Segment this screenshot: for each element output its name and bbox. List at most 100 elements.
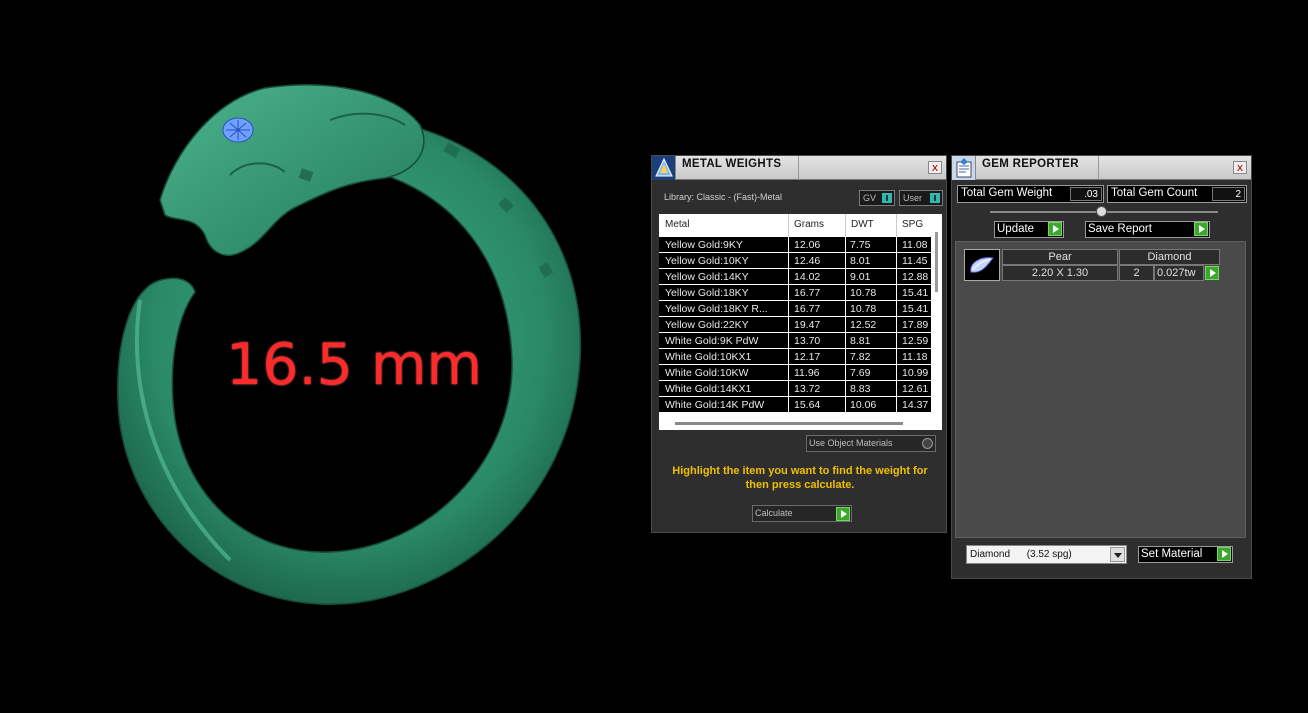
spg-cell: 11.18 xyxy=(902,351,928,363)
dwt-cell: 8.81 xyxy=(850,335,871,347)
toggle-switch-icon xyxy=(930,193,940,203)
use-object-materials-option[interactable]: Use Object Materials xyxy=(806,435,936,452)
dwt-cell: 8.01 xyxy=(850,255,871,267)
chevron-down-icon[interactable] xyxy=(1110,547,1125,562)
dwt-cell: 10.06 xyxy=(850,399,877,411)
col-grams[interactable]: Grams xyxy=(794,219,824,230)
gem-reporter-icon xyxy=(952,156,976,180)
go-arrow-icon[interactable] xyxy=(836,507,850,521)
col-metal[interactable]: Metal xyxy=(665,219,689,230)
save-report-button[interactable]: Save Report xyxy=(1085,221,1210,238)
dwt-cell: 7.82 xyxy=(850,351,871,363)
spg-cell: 15.41 xyxy=(902,287,929,299)
metal-name-cell: Yellow Gold:14KY xyxy=(665,271,749,283)
horizontal-scrollbar[interactable] xyxy=(675,422,903,425)
spg-cell: 15.41 xyxy=(902,303,929,315)
spg-cell: 14.37 xyxy=(902,399,929,411)
gem-reporter-titlebar[interactable]: GEM REPORTER x xyxy=(952,156,1251,180)
col-spg[interactable]: SPG xyxy=(902,219,923,230)
grams-cell: 19.47 xyxy=(794,319,821,331)
table-row[interactable]: Yellow Gold:18KY 16.77 10.78 15.41 xyxy=(659,285,931,301)
close-icon[interactable]: x xyxy=(928,161,942,174)
spg-cell: 17.89 xyxy=(902,319,929,331)
table-row[interactable]: Yellow Gold:9KY 12.06 7.75 11.08 xyxy=(659,237,931,253)
go-arrow-icon[interactable] xyxy=(1205,266,1219,280)
gem-material: Diamond xyxy=(1119,249,1220,265)
metal-name-cell: Yellow Gold:10KY xyxy=(665,255,749,267)
gem-shape: Pear xyxy=(1002,249,1118,265)
gem-list: Pear Diamond 2.20 X 1.30 2 0.027tw xyxy=(955,241,1246,538)
metal-name-cell: Yellow Gold:18KY xyxy=(665,287,749,299)
metal-rows: Yellow Gold:9KY 12.06 7.75 11.08 Yellow Gold… xyxy=(659,237,931,413)
table-row[interactable]: Yellow Gold:18KY R... 16.77 10.78 15.41 xyxy=(659,301,931,317)
spg-cell: 12.59 xyxy=(902,335,929,347)
metal-name-cell: Yellow Gold:18KY R... xyxy=(665,303,768,315)
table-row[interactable]: White Gold:14K PdW 15.64 10.06 14.37 xyxy=(659,397,931,413)
library-label: Library: Classic - (Fast)-Metal xyxy=(664,192,783,202)
go-arrow-icon[interactable] xyxy=(1048,222,1062,236)
update-button[interactable]: Update xyxy=(994,221,1064,238)
radio-icon[interactable] xyxy=(922,438,933,449)
eye-gem xyxy=(222,117,254,143)
size-label: 16.5 mm xyxy=(226,332,483,398)
grams-cell: 16.77 xyxy=(794,303,821,315)
pear-gem-icon xyxy=(964,249,1000,281)
gem-count: 2 xyxy=(1119,265,1154,281)
grams-cell: 12.17 xyxy=(794,351,821,363)
grams-cell: 16.77 xyxy=(794,287,821,299)
grams-cell: 12.46 xyxy=(794,255,821,267)
gem-reporter-panel: GEM REPORTER x Total Gem Weight .03 Tota… xyxy=(951,155,1252,579)
gem-reporter-title: GEM REPORTER xyxy=(982,158,1079,170)
toggle-switch-icon xyxy=(882,193,892,203)
dwt-cell: 12.52 xyxy=(850,319,877,331)
slider-knob-icon[interactable] xyxy=(1096,206,1107,217)
table-row[interactable]: White Gold:10KX1 12.17 7.82 11.18 xyxy=(659,349,931,365)
spg-cell: 11.08 xyxy=(902,239,928,251)
set-material-button[interactable]: Set Material xyxy=(1138,546,1233,563)
spg-cell: 11.45 xyxy=(902,255,928,267)
total-gem-count: Total Gem Count 2 xyxy=(1107,185,1247,203)
metal-weights-titlebar[interactable]: METAL WEIGHTS x xyxy=(652,156,946,180)
table-row[interactable]: Yellow Gold:22KY 19.47 12.52 17.89 xyxy=(659,317,931,333)
metal-weights-panel: METAL WEIGHTS x Library: Classic - (Fast… xyxy=(651,155,947,533)
metal-name-cell: White Gold:14K PdW xyxy=(665,399,765,411)
vertical-scrollbar[interactable] xyxy=(935,228,939,428)
viewport-3d[interactable]: 16.5 mm xyxy=(0,0,640,713)
gem-slider[interactable] xyxy=(990,206,1218,217)
spg-cell: 10.99 xyxy=(902,367,929,379)
dwt-cell: 8.83 xyxy=(850,383,871,395)
go-arrow-icon[interactable] xyxy=(1194,222,1208,236)
total-gem-weight-value: .03 xyxy=(1070,187,1102,201)
table-row[interactable]: White Gold:9K PdW 13.70 8.81 12.59 xyxy=(659,333,931,349)
grams-cell: 15.64 xyxy=(794,399,821,411)
table-row[interactable]: White Gold:14KX1 13.72 8.83 12.61 xyxy=(659,381,931,397)
close-icon[interactable]: x xyxy=(1233,161,1247,174)
dwt-cell: 10.78 xyxy=(850,303,877,315)
table-row[interactable]: Yellow Gold:10KY 12.46 8.01 11.45 xyxy=(659,253,931,269)
user-toggle[interactable]: User xyxy=(899,190,943,206)
metal-weights-icon xyxy=(652,156,676,180)
grams-cell: 12.06 xyxy=(794,239,821,251)
gv-toggle[interactable]: GV xyxy=(859,190,895,206)
hint-text: Highlight the item you want to find the … xyxy=(672,465,928,491)
grams-cell: 11.96 xyxy=(794,367,820,379)
metal-name-cell: White Gold:14KX1 xyxy=(665,383,752,395)
metal-name-cell: Yellow Gold:22KY xyxy=(665,319,749,331)
metal-name-cell: White Gold:9K PdW xyxy=(665,335,759,347)
metal-table: Metal Grams DWT SPG Yellow Gold:9KY 12.06… xyxy=(659,214,942,430)
metal-name-cell: Yellow Gold:9KY xyxy=(665,239,743,251)
metal-weights-title: METAL WEIGHTS xyxy=(682,158,782,170)
spg-cell: 12.61 xyxy=(902,383,929,395)
col-dwt[interactable]: DWT xyxy=(851,219,874,230)
material-select[interactable]: Diamond (3.52 spg) xyxy=(966,545,1127,564)
calculate-button[interactable]: Calculate xyxy=(752,505,852,522)
grams-cell: 14.02 xyxy=(794,271,821,283)
dwt-cell: 9.01 xyxy=(850,271,871,283)
grams-cell: 13.70 xyxy=(794,335,821,347)
grams-cell: 13.72 xyxy=(794,383,821,395)
total-gem-count-value: 2 xyxy=(1212,187,1245,201)
gem-weight: 0.027tw xyxy=(1154,265,1204,281)
table-row[interactable]: Yellow Gold:14KY 14.02 9.01 12.88 xyxy=(659,269,931,285)
table-row[interactable]: White Gold:10KW 11.96 7.69 10.99 xyxy=(659,365,931,381)
go-arrow-icon[interactable] xyxy=(1217,547,1231,561)
